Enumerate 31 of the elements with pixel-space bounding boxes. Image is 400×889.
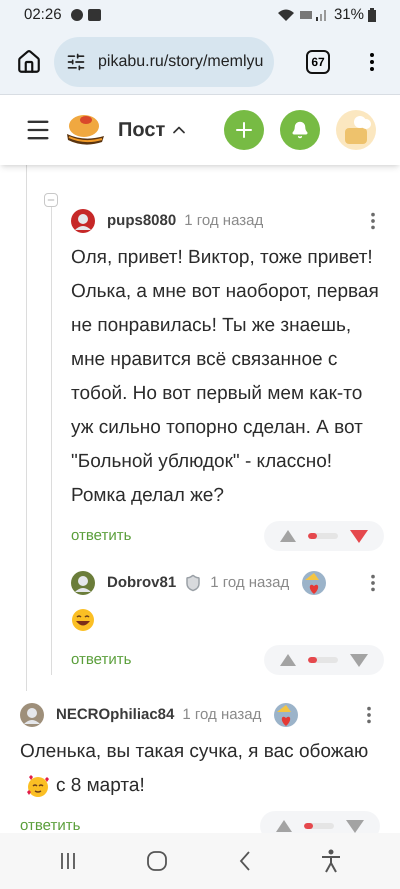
comment-text: Оленька, вы такая сучка, я вас обожаю <box>20 741 368 762</box>
username[interactable]: Dobrov81 <box>107 572 176 594</box>
battery-percent: 31% <box>334 4 364 25</box>
home-icon[interactable] <box>16 49 42 75</box>
home-button-icon[interactable] <box>146 850 168 872</box>
notification-icons <box>70 8 104 22</box>
comment-time: 1 год назад <box>182 704 262 725</box>
comment-time: 1 год назад <box>184 210 264 231</box>
user-avatar[interactable] <box>71 209 95 233</box>
status-time: 02:26 <box>24 4 62 25</box>
emoji-icon <box>71 608 95 632</box>
accessibility-icon[interactable] <box>321 849 342 873</box>
battery-icon <box>368 8 376 22</box>
address-bar[interactable]: pikabu.ru/story/memlyu <box>54 37 274 87</box>
user-avatar[interactable] <box>20 703 44 727</box>
comment-text: Оля, привет! Виктор, тоже привет! Олька, а мне вот наоборот, первая не понравилась! Ты же знаешь, мне нравится всё связанное с тобой. Но вот первый мем как-то уж сильно топорно сделан. А вот "Больной ублюдок" - классно! Ромка делал же? <box>71 247 379 506</box>
tab-count[interactable]: 67 <box>306 50 330 74</box>
recent-apps-icon[interactable] <box>58 852 77 870</box>
comment-text: с 8 марта! <box>56 775 145 796</box>
collapse-toggle[interactable] <box>44 193 58 207</box>
page-title[interactable]: Пост <box>118 115 166 145</box>
username[interactable]: NECROphiliac84 <box>56 704 174 726</box>
user-avatar[interactable] <box>71 571 95 595</box>
url-text: pikabu.ru/story/memlyu <box>98 52 264 72</box>
comment-time: 1 год назад <box>210 572 290 593</box>
emoji-icon <box>26 774 50 798</box>
site-settings-icon[interactable] <box>66 52 86 72</box>
downvote-icon[interactable] <box>350 530 368 542</box>
bell-icon <box>291 121 309 139</box>
back-icon[interactable] <box>238 850 252 872</box>
username[interactable]: pups8080 <box>107 210 176 232</box>
